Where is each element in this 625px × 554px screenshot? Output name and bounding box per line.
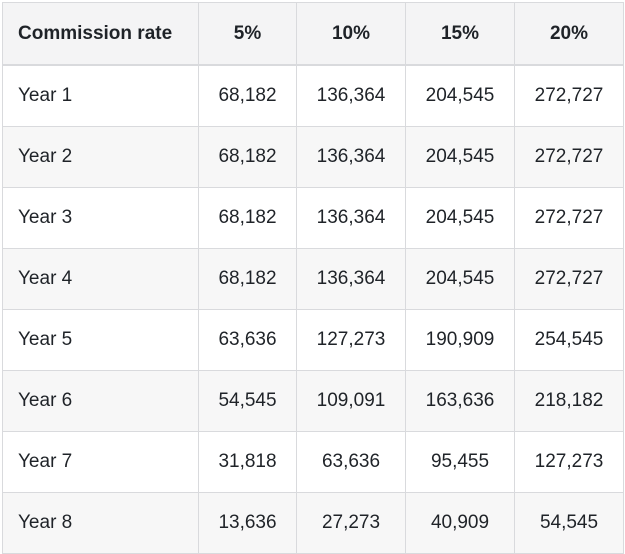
cell-value: 204,545 [405, 126, 515, 188]
table-row: Year 3 68,182 136,364 204,545 272,727 [2, 187, 624, 249]
cell-value: 63,636 [198, 309, 297, 371]
cell-value: 163,636 [405, 370, 515, 432]
header-row: Commission rate 5% 10% 15% 20% [2, 2, 624, 66]
header-rate-15: 15% [405, 2, 515, 66]
cell-value: 40,909 [405, 492, 515, 554]
row-label: Year 1 [2, 64, 199, 127]
table-header: Commission rate 5% 10% 15% 20% [2, 2, 624, 66]
cell-value: 204,545 [405, 248, 515, 310]
cell-value: 190,909 [405, 309, 515, 371]
table-row: Year 1 68,182 136,364 204,545 272,727 [2, 64, 624, 127]
cell-value: 127,273 [514, 431, 624, 493]
cell-value: 54,545 [514, 492, 624, 554]
cell-value: 127,273 [296, 309, 406, 371]
table-row: Year 7 31,818 63,636 95,455 127,273 [2, 431, 624, 493]
cell-value: 27,273 [296, 492, 406, 554]
cell-value: 13,636 [198, 492, 297, 554]
table-row: Year 2 68,182 136,364 204,545 272,727 [2, 126, 624, 188]
cell-value: 54,545 [198, 370, 297, 432]
cell-value: 95,455 [405, 431, 515, 493]
cell-value: 218,182 [514, 370, 624, 432]
cell-value: 109,091 [296, 370, 406, 432]
commission-table: Commission rate 5% 10% 15% 20% Year 1 68,… [2, 2, 624, 554]
row-label: Year 3 [2, 187, 199, 249]
cell-value: 272,727 [514, 187, 624, 249]
header-commission-rate: Commission rate [2, 2, 199, 66]
table-body: Year 1 68,182 136,364 204,545 272,727 Year 26… [2, 64, 624, 554]
row-label: Year 4 [2, 248, 199, 310]
table-row: Year 6 54,545 109,091 163,636 218,182 [2, 370, 624, 432]
cell-value: 136,364 [296, 126, 406, 188]
row-label: Year 2 [2, 126, 199, 188]
cell-value: 136,364 [296, 248, 406, 310]
header-rate-10: 10% [296, 2, 406, 66]
table-row: Year 5 63,636 127,273 190,909 254,545 [2, 309, 624, 371]
table-row: Year 8 13,636 27,273 40,909 54,545 [2, 492, 624, 554]
row-label: Year 5 [2, 309, 199, 371]
header-rate-5: 5% [198, 2, 297, 66]
cell-value: 68,182 [198, 126, 297, 188]
cell-value: 272,727 [514, 64, 624, 127]
cell-value: 68,182 [198, 187, 297, 249]
cell-value: 272,727 [514, 126, 624, 188]
cell-value: 31,818 [198, 431, 297, 493]
row-label: Year 6 [2, 370, 199, 432]
cell-value: 204,545 [405, 187, 515, 249]
table-row: Year 4 68,182 136,364 204,545 272,727 [2, 248, 624, 310]
cell-value: 272,727 [514, 248, 624, 310]
row-label: Year 8 [2, 492, 199, 554]
cell-value: 204,545 [405, 64, 515, 127]
cell-value: 136,364 [296, 187, 406, 249]
cell-value: 68,182 [198, 64, 297, 127]
cell-value: 68,182 [198, 248, 297, 310]
row-label: Year 7 [2, 431, 199, 493]
cell-value: 63,636 [296, 431, 406, 493]
cell-value: 254,545 [514, 309, 624, 371]
cell-value: 136,364 [296, 64, 406, 127]
header-rate-20: 20% [514, 2, 624, 66]
